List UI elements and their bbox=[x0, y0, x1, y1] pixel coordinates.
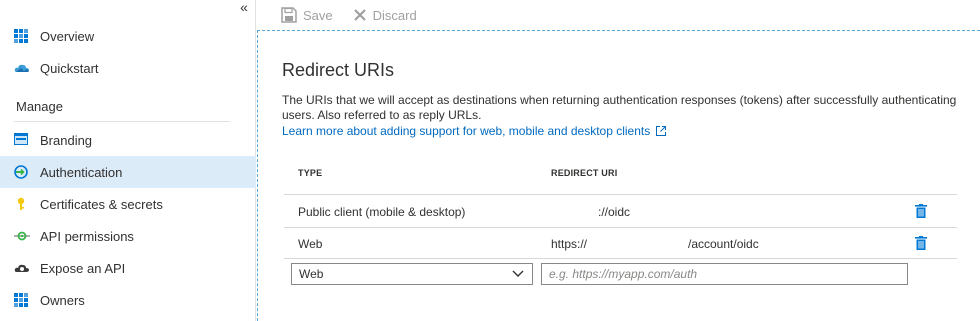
sidebar-item-label: API permissions bbox=[40, 228, 134, 244]
sidebar-item-label: Quickstart bbox=[40, 60, 99, 76]
save-label: Save bbox=[303, 7, 333, 23]
column-header-type: TYPE bbox=[298, 168, 323, 178]
delete-icon[interactable] bbox=[915, 204, 927, 221]
learn-more-label: Learn more about adding support for web,… bbox=[282, 124, 651, 138]
sidebar-item-label: Overview bbox=[40, 28, 95, 44]
delete-icon[interactable] bbox=[915, 236, 927, 253]
external-link-icon bbox=[656, 126, 667, 136]
save-icon bbox=[281, 7, 297, 23]
divider bbox=[284, 258, 957, 259]
sidebar-item-expose-api[interactable]: Expose an API bbox=[0, 252, 256, 284]
sidebar-item-label: Expose an API bbox=[40, 260, 126, 276]
sidebar-item-label: Owners bbox=[40, 292, 85, 308]
discard-label: Discard bbox=[372, 7, 417, 23]
sidebar-item-label: Authentication bbox=[40, 164, 123, 180]
branding-icon bbox=[14, 133, 28, 147]
redirect-uri-input[interactable] bbox=[541, 263, 908, 285]
main-content: Redirect URIs The URIs that we will acce… bbox=[257, 30, 980, 321]
sidebar: « Overview Quickstart Manage Branding Au… bbox=[0, 0, 256, 321]
section-header-manage: Manage bbox=[16, 99, 63, 114]
sidebar-item-api-permissions[interactable]: API permissions bbox=[0, 220, 256, 252]
divider bbox=[14, 121, 230, 122]
sidebar-item-owners[interactable]: Owners bbox=[0, 284, 256, 316]
description: The URIs that we will accept as destinat… bbox=[282, 93, 957, 122]
authentication-icon bbox=[14, 165, 28, 179]
chevron-down-icon bbox=[512, 270, 524, 277]
divider bbox=[284, 194, 957, 195]
sidebar-item-label: Certificates & secrets bbox=[40, 196, 163, 212]
command-bar: Save Discard bbox=[256, 0, 980, 30]
row-type: Web bbox=[298, 237, 323, 251]
close-icon bbox=[353, 9, 366, 21]
row-type: Public client (mobile & desktop) bbox=[298, 205, 466, 219]
type-dropdown[interactable]: Web bbox=[291, 263, 533, 285]
sidebar-item-branding[interactable]: Branding bbox=[0, 124, 256, 156]
row-uri: ://oidc bbox=[598, 205, 631, 219]
sidebar-item-overview[interactable]: Overview bbox=[0, 20, 256, 52]
sidebar-item-quickstart[interactable]: Quickstart bbox=[0, 52, 256, 84]
row-uri-prefix: https:// bbox=[551, 237, 588, 251]
sidebar-item-label: Branding bbox=[40, 132, 93, 148]
learn-more-link[interactable]: Learn more about adding support for web,… bbox=[282, 124, 667, 138]
sidebar-item-certificates-secrets[interactable]: Certificates & secrets bbox=[0, 188, 256, 220]
api-permissions-icon bbox=[14, 229, 30, 243]
cloud-icon bbox=[14, 61, 29, 75]
grid-icon bbox=[14, 29, 28, 43]
key-icon bbox=[14, 197, 28, 211]
collapse-sidebar-button[interactable]: « bbox=[236, 0, 252, 16]
grid-icon bbox=[14, 293, 28, 307]
divider bbox=[284, 227, 957, 228]
save-button[interactable]: Save bbox=[281, 7, 333, 23]
type-dropdown-value: Web bbox=[299, 267, 324, 281]
page-title: Redirect URIs bbox=[282, 60, 395, 80]
cloud-gear-icon bbox=[14, 261, 29, 275]
discard-button[interactable]: Discard bbox=[353, 8, 417, 23]
sidebar-item-authentication[interactable]: Authentication bbox=[0, 156, 256, 188]
row-uri-suffix: /account/oidc bbox=[688, 237, 759, 251]
column-header-redirect-uri: REDIRECT URI bbox=[551, 168, 618, 178]
